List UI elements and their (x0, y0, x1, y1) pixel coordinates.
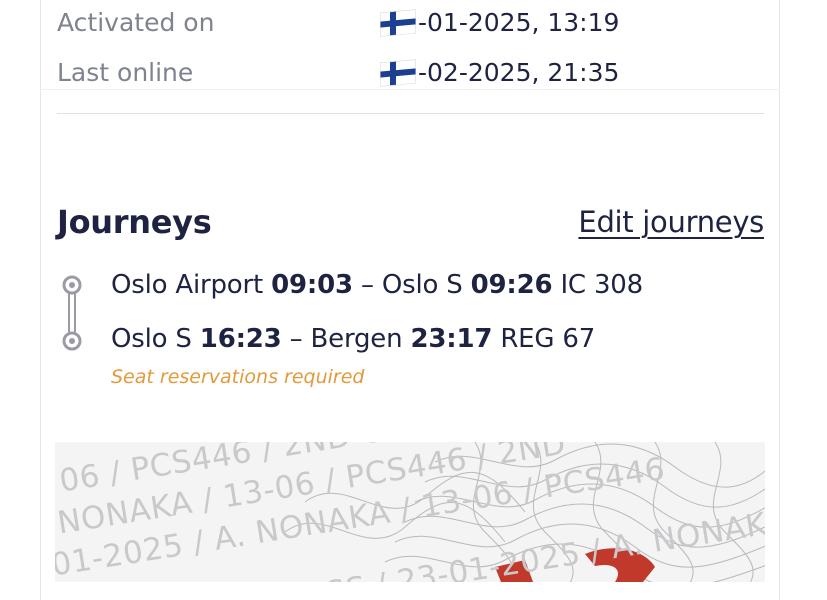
journey-to: Bergen (310, 324, 403, 354)
last-online-value: -02-2025, 21:35 (418, 58, 620, 87)
journey-departure-time: 16:23 (199, 324, 282, 354)
edit-journeys-link[interactable]: Edit journeys (578, 205, 764, 239)
journey-arrival-time: 09:26 (470, 270, 553, 300)
journeys-heading: Journeys (57, 203, 212, 241)
finland-flag-icon (380, 58, 416, 87)
journey-from: Oslo Airport (111, 270, 264, 300)
journey-item[interactable]: Oslo S 16:23 – Bergen 23:17 REG 67 (111, 324, 595, 354)
journey-separator: – (360, 270, 374, 300)
journey-departure-time: 09:03 (271, 270, 353, 300)
journey-train: IC 308 (560, 270, 643, 300)
section-divider (57, 113, 764, 114)
activated-value: -01-2025, 13:19 (418, 8, 620, 37)
ticket-security-pattern: 06 / PCS446 / 2ND CL NONAKA / 13-06 / PC… (55, 442, 765, 582)
card-seam (40, 89, 780, 90)
journey-separator: – (289, 324, 303, 354)
finland-flag-icon (380, 8, 416, 37)
activated-label: Activated on (57, 8, 215, 37)
journey-item[interactable]: Oslo Airport 09:03 – Oslo S 09:26 IC 308 (111, 270, 643, 300)
journey-train: REG 67 (500, 324, 596, 354)
journey-to: Oslo S (381, 270, 463, 300)
seat-reservation-notice: Seat reservations required (111, 366, 365, 388)
last-online-label: Last online (57, 58, 194, 87)
last-online-value-wrap: -02-2025, 21:35 (380, 58, 619, 87)
activated-value-wrap: -01-2025, 13:19 (380, 8, 619, 37)
journey-timeline-icon (60, 275, 84, 355)
journey-arrival-time: 23:17 (410, 324, 493, 354)
journey-from: Oslo S (111, 324, 192, 354)
